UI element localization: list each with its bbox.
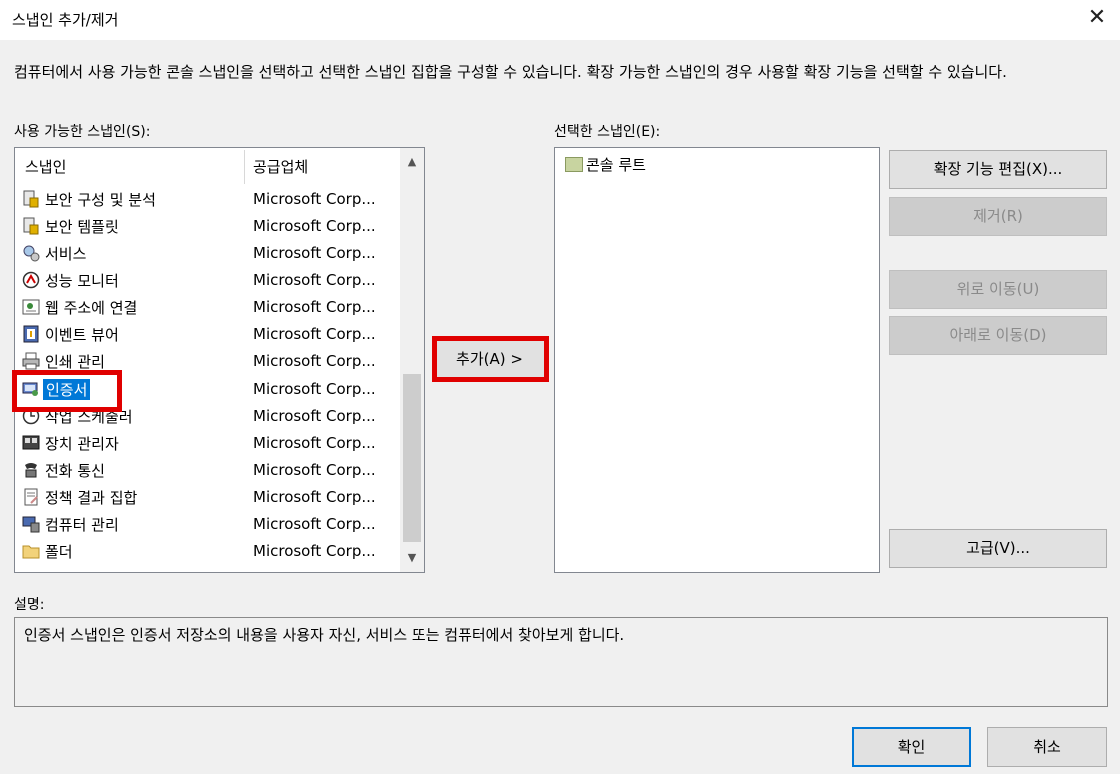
console-root-folder-icon (565, 157, 583, 172)
performance-monitor-icon (22, 271, 40, 289)
snapin-name: 이벤트 뷰어 (45, 326, 119, 344)
snapin-vendor: Microsoft Corp... (253, 352, 376, 370)
snapin-name: 장치 관리자 (45, 435, 119, 453)
snapin-name: 성능 모니터 (45, 272, 119, 290)
snapin-row[interactable]: 정책 결과 집합 Microsoft Corp... (15, 484, 399, 511)
policy-result-icon (24, 488, 38, 506)
event-viewer-icon (23, 325, 39, 343)
advanced-button[interactable]: 고급(V)... (889, 529, 1107, 568)
move-down-button[interactable]: 아래로 이동(D) (889, 316, 1107, 355)
snapin-name: 정책 결과 집합 (45, 489, 138, 507)
print-management-icon (22, 352, 40, 370)
security-template-icon (23, 217, 39, 235)
computer-management-icon (22, 516, 40, 533)
title-bar: 스냅인 추가/제거 ✕ (0, 0, 1120, 40)
description-box: 인증서 스냅인은 인증서 저장소의 내용을 사용자 자신, 서비스 또는 컴퓨터… (14, 617, 1108, 707)
snapin-row[interactable]: 이벤트 뷰어 Microsoft Corp... (15, 321, 399, 348)
snapin-row[interactable]: 서비스 Microsoft Corp... (15, 240, 399, 267)
column-separator[interactable] (244, 150, 245, 184)
remove-button[interactable]: 제거(R) (889, 197, 1107, 236)
snapin-vendor: Microsoft Corp... (253, 407, 376, 425)
snapin-name: 웹 주소에 연결 (45, 299, 138, 317)
snapin-row[interactable]: 전화 통신 Microsoft Corp... (15, 457, 399, 484)
window-title: 스냅인 추가/제거 (12, 11, 119, 29)
snapin-vendor: Microsoft Corp... (253, 298, 376, 316)
snapin-name: 컴퓨터 관리 (45, 516, 119, 534)
snapin-row[interactable]: 성능 모니터 Microsoft Corp... (15, 267, 399, 294)
list-header: 스냅인 공급업체 (15, 148, 399, 186)
device-manager-icon (22, 435, 40, 450)
console-root-label: 콘솔 루트 (586, 156, 646, 174)
snapin-row[interactable]: 폴더 Microsoft Corp... (15, 538, 399, 565)
column-header-snapin[interactable]: 스냅인 (25, 156, 66, 177)
snapin-vendor: Microsoft Corp... (253, 271, 376, 289)
snapin-vendor: Microsoft Corp... (253, 190, 376, 208)
snapin-name: 서비스 (45, 245, 87, 263)
snapin-vendor: Microsoft Corp... (253, 515, 376, 533)
edit-extensions-button[interactable]: 확장 기능 편집(X)... (889, 150, 1107, 189)
scroll-thumb[interactable] (403, 374, 421, 542)
snapin-name: 보안 구성 및 분석 (45, 191, 156, 209)
snapin-row[interactable]: 컴퓨터 관리 Microsoft Corp... (15, 511, 399, 538)
snapin-name: 보안 템플릿 (45, 218, 119, 236)
description-text: 인증서 스냅인은 인증서 저장소의 내용을 사용자 자신, 서비스 또는 컴퓨터… (24, 626, 625, 644)
ok-button[interactable]: 확인 (852, 727, 971, 767)
highlight-box-add (432, 336, 549, 382)
snapin-vendor: Microsoft Corp... (253, 217, 376, 235)
description-label: 설명: (14, 597, 45, 613)
telephony-icon (25, 463, 37, 478)
snapin-row[interactable]: 보안 템플릿 Microsoft Corp... (15, 213, 399, 240)
snapin-vendor: Microsoft Corp... (253, 488, 376, 506)
snapin-row[interactable]: 보안 구성 및 분석 Microsoft Corp... (15, 186, 399, 213)
available-snapins-list[interactable]: 스냅인 공급업체 보안 구성 및 분석 Microsoft Corp... 보안… (14, 147, 425, 573)
snapin-row[interactable]: 웹 주소에 연결 Microsoft Corp... (15, 294, 399, 321)
highlight-box-certificates (12, 370, 122, 412)
snapin-name: 전화 통신 (45, 462, 105, 480)
column-header-vendor[interactable]: 공급업체 (253, 156, 308, 177)
snapin-name: 폴더 (45, 543, 73, 561)
snapin-vendor: Microsoft Corp... (253, 325, 376, 343)
web-link-icon (22, 299, 40, 315)
snapin-vendor: Microsoft Corp... (253, 380, 376, 398)
available-snapins-label: 사용 가능한 스냅인(S): (14, 124, 151, 140)
close-icon[interactable]: ✕ (1082, 2, 1112, 34)
dialog-instructions: 컴퓨터에서 사용 가능한 콘솔 스냅인을 선택하고 선택한 스냅인 집합을 구성… (14, 63, 1007, 81)
list-scrollbar[interactable]: ▲ ▼ (400, 148, 424, 572)
snapin-vendor: Microsoft Corp... (253, 434, 376, 452)
console-root-item[interactable]: 콘솔 루트 (565, 154, 646, 175)
folder-icon (22, 545, 40, 559)
move-up-button[interactable]: 위로 이동(U) (889, 270, 1107, 309)
selected-snapins-label: 선택한 스냅인(E): (554, 124, 661, 140)
snapin-vendor: Microsoft Corp... (253, 244, 376, 262)
security-config-icon (23, 190, 39, 208)
snapin-row[interactable]: 장치 관리자 Microsoft Corp... (15, 430, 399, 457)
snapin-vendor: Microsoft Corp... (253, 461, 376, 479)
selected-snapins-list[interactable]: 콘솔 루트 (554, 147, 880, 573)
snapin-vendor: Microsoft Corp... (253, 542, 376, 560)
snapin-name: 인쇄 관리 (45, 353, 105, 371)
services-gear-icon (23, 245, 40, 262)
scroll-down-icon[interactable]: ▼ (400, 546, 424, 570)
cancel-button[interactable]: 취소 (987, 727, 1107, 767)
scroll-up-icon[interactable]: ▲ (400, 150, 424, 174)
